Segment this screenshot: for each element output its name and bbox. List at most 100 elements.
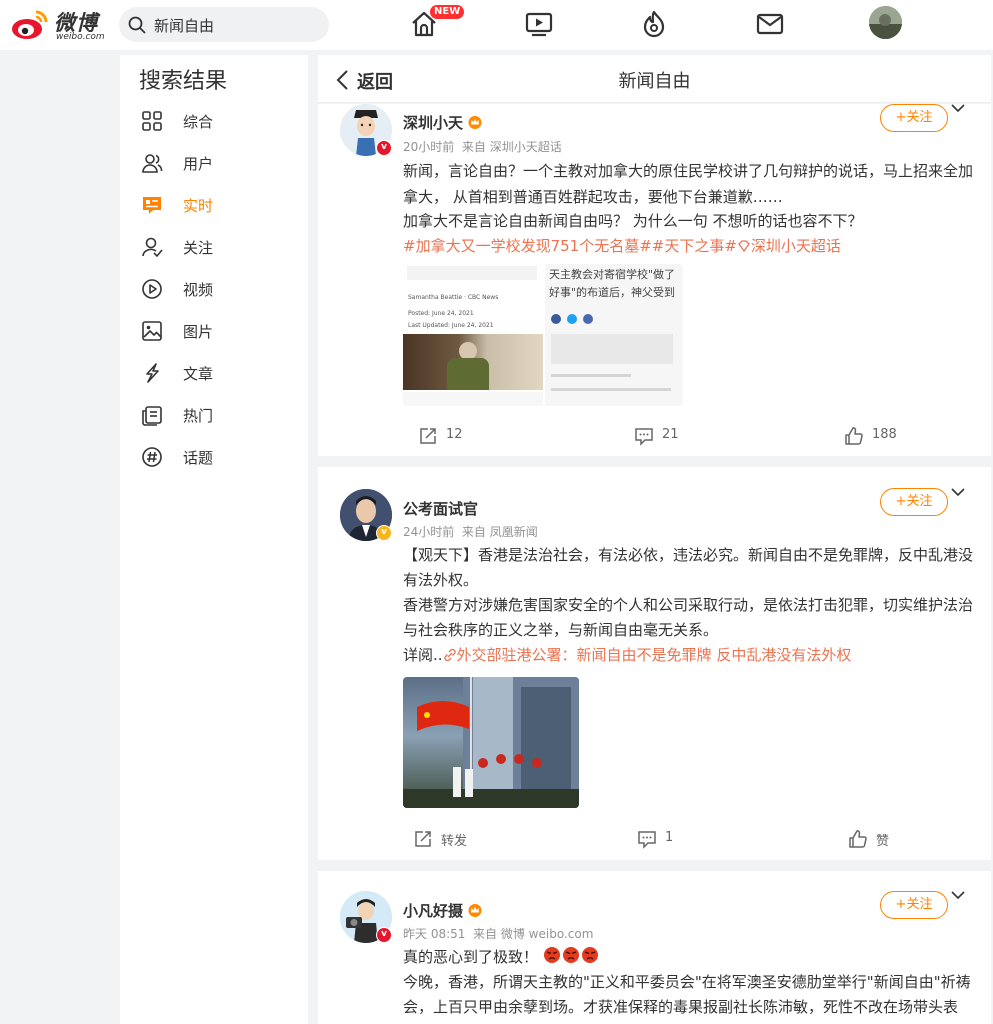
post-image[interactable]: Samantha Beattie · CBC News Posted: June… [403,264,543,406]
follow-icon [142,237,163,258]
post-text: 真的恶心到了极致！ [403,948,539,966]
sidebar-item-label: 话题 [183,449,214,467]
sidebar-item-topics[interactable]: 话题 [120,440,308,476]
image-caption: 天主教会对寄宿学校"做了 好事"的布道后，神父受到 [549,266,675,302]
verified-badge-icon: v [376,140,392,156]
vip-crown-icon [468,904,482,917]
search-icon [128,16,146,34]
sidebar-item-label: 热门 [183,407,214,425]
image-icon [142,321,162,341]
flag-building-photo [403,677,579,808]
sidebar-item-label: 视频 [183,281,214,299]
vip-crown-icon [468,116,482,129]
brand-domain: weibo.com [56,32,105,42]
like-icon [845,427,863,445]
sidebar-item-all[interactable]: 综合 [120,104,308,140]
like-icon [849,830,867,848]
sidebar-item-follow[interactable]: 关注 [120,230,308,266]
angry-emoji-icons [543,946,599,968]
post-actions: 12 21 188 [318,424,991,448]
chevron-down-icon[interactable] [950,889,966,901]
post-detail-line: 详阅.. 外交部驻港公署：新闻自由不是免罪牌 反中乱港没有法外权 [403,644,851,665]
sidebar-item-hot[interactable]: 热门 [120,398,308,434]
image-block [551,374,631,377]
sidebar-item-video[interactable]: 视频 [120,272,308,308]
post-time[interactable]: 昨天 08:51 [403,927,465,941]
sidebar-title: 搜索结果 [139,69,228,94]
post-source: 来自 微博 weibo.com [473,927,594,941]
hot-fire-icon[interactable] [639,9,669,39]
post-username[interactable]: 深圳小天 [403,112,483,133]
search-box[interactable]: 新闻自由 [119,7,329,42]
follow-button[interactable]: +关注 [880,891,948,919]
page-title: 新闻自由 [618,71,691,92]
post-text-line: 加拿大不是言论自由新闻自由吗？ 为什么一句 不想听的话也容不下？ [403,212,863,230]
comment-icon [635,428,653,446]
repost-icon [420,428,436,444]
comment-icon [638,831,656,849]
post-source: 来自 深圳小天超话 [461,140,562,154]
post-text-line: 有法外权。 [403,571,479,589]
video-icon [142,279,162,299]
repost-count: 12 [446,427,463,442]
diamond-icon [738,240,750,253]
follow-button[interactable]: +关注 [880,488,948,516]
post-topics: #加拿大又一学校发现751个无名墓##天下之事# 深圳小天超话 [403,235,841,256]
post-meta: 昨天 08:51 来自 微博 weibo.com [403,925,593,942]
chevron-down-icon[interactable] [950,486,966,498]
weibo-eye-icon [12,10,48,39]
facebook-icon [551,314,561,324]
message-icon[interactable] [755,9,785,39]
angry-emoji-icon [543,947,598,963]
hot-icon [142,406,162,426]
post-meta: 24小时前 来自 凤凰新闻 [403,523,538,540]
topic-link[interactable]: #加拿大又一学校发现751个无名墓##天下之事# [403,237,737,255]
post-text-line: 香港警方对涉嫌危害国家安全的个人和公司采取行动，是依法打击犯罪，切实维护法治 [403,596,974,614]
new-badge: NEW [430,5,465,19]
post-time[interactable]: 24小时前 [403,525,454,539]
username-text: 深圳小天 [403,114,464,132]
post-image[interactable] [403,677,579,808]
post-actions: 转发 1 赞 [318,827,991,851]
realtime-icon [143,197,161,214]
sidebar-item-label: 文章 [183,365,214,383]
follow-button[interactable]: +关注 [880,104,948,132]
weibo-logo[interactable]: 微博 weibo.com [10,6,110,42]
article-link[interactable]: 外交部驻港公署：新闻自由不是免罪牌 反中乱港没有法外权 [457,646,852,664]
image-text-line: Posted: June 24, 2021 [408,310,474,317]
post-text-line: 新闻，言论自由？一个主教对加拿大的原住民学校讲了几句辩护的说话，马上招来全加 [403,162,974,180]
post-username[interactable]: 公考面试官 [403,498,478,519]
post-username[interactable]: 小凡好摄 [403,900,483,921]
username-text: 小凡好摄 [403,902,464,920]
post-text-line: 【观天下】香港是法治社会，有法必依，违法必究。新闻自由不是免罪牌，反中乱港没 [403,546,974,564]
sidebar-item-label: 综合 [183,113,214,131]
search-input[interactable]: 新闻自由 [154,15,214,36]
image-navbar [403,392,543,406]
sidebar-item-label: 用户 [183,155,214,173]
sidebar-item-images[interactable]: 图片 [120,314,308,350]
top-bar: 微博 weibo.com 新闻自由 NEW [0,0,993,50]
comment-count: 21 [662,427,679,442]
post-image[interactable]: 天主教会对寄宿学校"做了 好事"的布道后，神父受到 [545,264,683,406]
repost-count: 转发 [441,834,468,849]
video-nav-icon[interactable] [524,9,554,39]
topic-icon [142,447,162,467]
image-text-line: 天主教会对寄宿学校"做了 [549,268,676,281]
image-caption: Samantha Beattie · CBC News Posted: June… [408,292,498,332]
sidebar-item-articles[interactable]: 文章 [120,356,308,392]
user-avatar[interactable] [869,6,902,39]
sidebar-item-users[interactable]: 用户 [120,146,308,182]
sidebar-item-realtime[interactable]: 实时 [120,188,308,224]
sidebar: 搜索结果 综合 用户 实时 关注 视频 图片 文章 热门 话题 [120,55,308,1024]
image-photo [403,334,543,390]
chevron-down-icon[interactable] [950,104,966,114]
users-icon [142,154,163,173]
supertopic-link[interactable]: 深圳小天超话 [751,237,841,255]
post-time[interactable]: 20小时前 [403,140,454,154]
post-card: v 公考面试官 24小时前 来自 凤凰新闻 +关注 【观天下】香港是法治社会，有… [318,467,991,860]
username-text: 公考面试官 [403,500,479,518]
image-block [551,334,673,364]
like-count: 188 [872,427,897,442]
twitter-icon [567,314,577,324]
post-text-line: 会，上百只甲由余孽到场。才获准保释的毒果报副社长陈沛敏，死性不改在场带头表 [403,998,959,1016]
